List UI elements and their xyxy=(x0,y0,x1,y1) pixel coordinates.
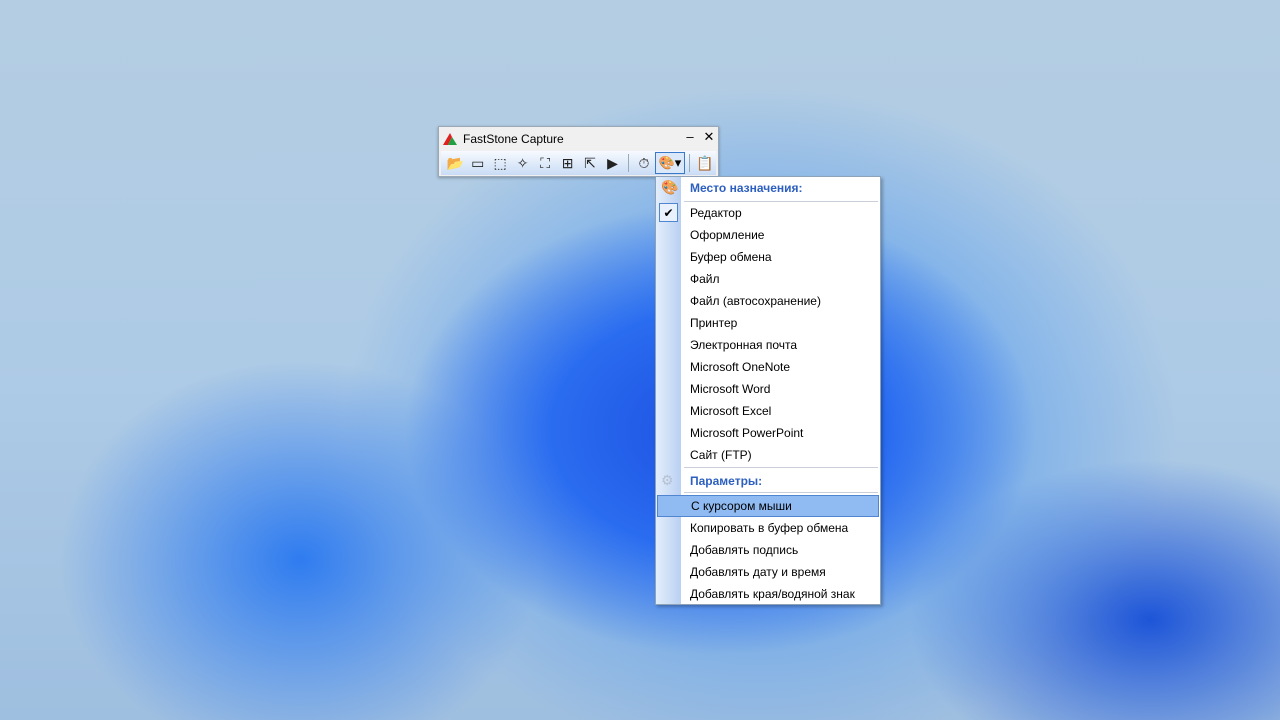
separator xyxy=(627,154,629,172)
window-title: FastStone Capture xyxy=(463,131,564,146)
menu-item-destination[interactable]: Принтер xyxy=(656,312,880,334)
menu-item-parameter[interactable]: Добавлять дату и время xyxy=(656,561,880,583)
menu-item-destination[interactable]: Редактор xyxy=(656,202,880,224)
parameters-header: Параметры: xyxy=(690,474,763,488)
capture-scrolling-icon[interactable]: ⊞ xyxy=(556,152,578,174)
separator xyxy=(684,492,878,493)
separator xyxy=(684,467,878,468)
timer-icon[interactable]: ⏱ xyxy=(633,152,655,174)
menu-item-destination[interactable]: Файл xyxy=(656,268,880,290)
destination-header: Место назначения: xyxy=(690,181,803,195)
minimize-button[interactable]: – xyxy=(681,129,699,144)
menu-item-parameter[interactable]: Добавлять края/водяной знак xyxy=(656,583,880,605)
menu-item-destination[interactable]: Microsoft OneNote xyxy=(656,356,880,378)
faststone-logo-icon xyxy=(443,132,457,145)
capture-fixed-region-icon[interactable]: ⇱ xyxy=(579,152,601,174)
open-file-icon[interactable]: 📂 xyxy=(444,152,466,174)
title-bar[interactable]: FastStone Capture xyxy=(439,127,718,150)
capture-window-icon[interactable]: ▭ xyxy=(466,152,488,174)
faststone-capture-window: FastStone Capture – ✕ 📂 ▭ ⬚ ✧ ⛶ ⊞ ⇱ ▶ ⏱ … xyxy=(438,126,719,177)
palette-icon: 🎨 xyxy=(658,155,675,170)
menu-item-destination[interactable]: Электронная почта xyxy=(656,334,880,356)
menu-item-destination[interactable]: Microsoft Excel xyxy=(656,400,880,422)
capture-fullscreen-icon[interactable]: ⛶ xyxy=(534,152,556,174)
menu-item-destination[interactable]: Буфер обмена xyxy=(656,246,880,268)
menu-item-parameter[interactable]: С курсором мыши xyxy=(657,495,879,517)
menu-item-parameter[interactable]: Копировать в буфер обмена xyxy=(656,517,880,539)
chevron-down-icon: ▾ xyxy=(674,155,682,170)
menu-item-destination[interactable]: Microsoft Word xyxy=(656,378,880,400)
menu-item-destination[interactable]: Оформление xyxy=(656,224,880,246)
separator xyxy=(688,154,690,172)
menu-item-parameter[interactable]: Добавлять подпись xyxy=(656,539,880,561)
capture-rectangle-icon[interactable]: ⬚ xyxy=(489,152,511,174)
capture-toolbar: 📂 ▭ ⬚ ✧ ⛶ ⊞ ⇱ ▶ ⏱ 🎨 ▾ 📋 xyxy=(441,151,716,175)
capture-freehand-icon[interactable]: ✧ xyxy=(511,152,533,174)
menu-item-destination[interactable]: Файл (автосохранение) xyxy=(656,290,880,312)
settings-icon[interactable]: 📋 xyxy=(694,152,716,174)
screen-recorder-icon[interactable]: ▶ xyxy=(601,152,623,174)
menu-item-destination[interactable]: Microsoft PowerPoint xyxy=(656,422,880,444)
destination-dropdown[interactable]: 🎨 ▾ xyxy=(655,152,685,174)
destination-menu: 🎨 Место назначения: ✔ ⚙ Параметры: Редак… xyxy=(655,176,881,605)
menu-item-destination[interactable]: Сайт (FTP) xyxy=(656,444,880,466)
close-button[interactable]: ✕ xyxy=(700,129,718,145)
